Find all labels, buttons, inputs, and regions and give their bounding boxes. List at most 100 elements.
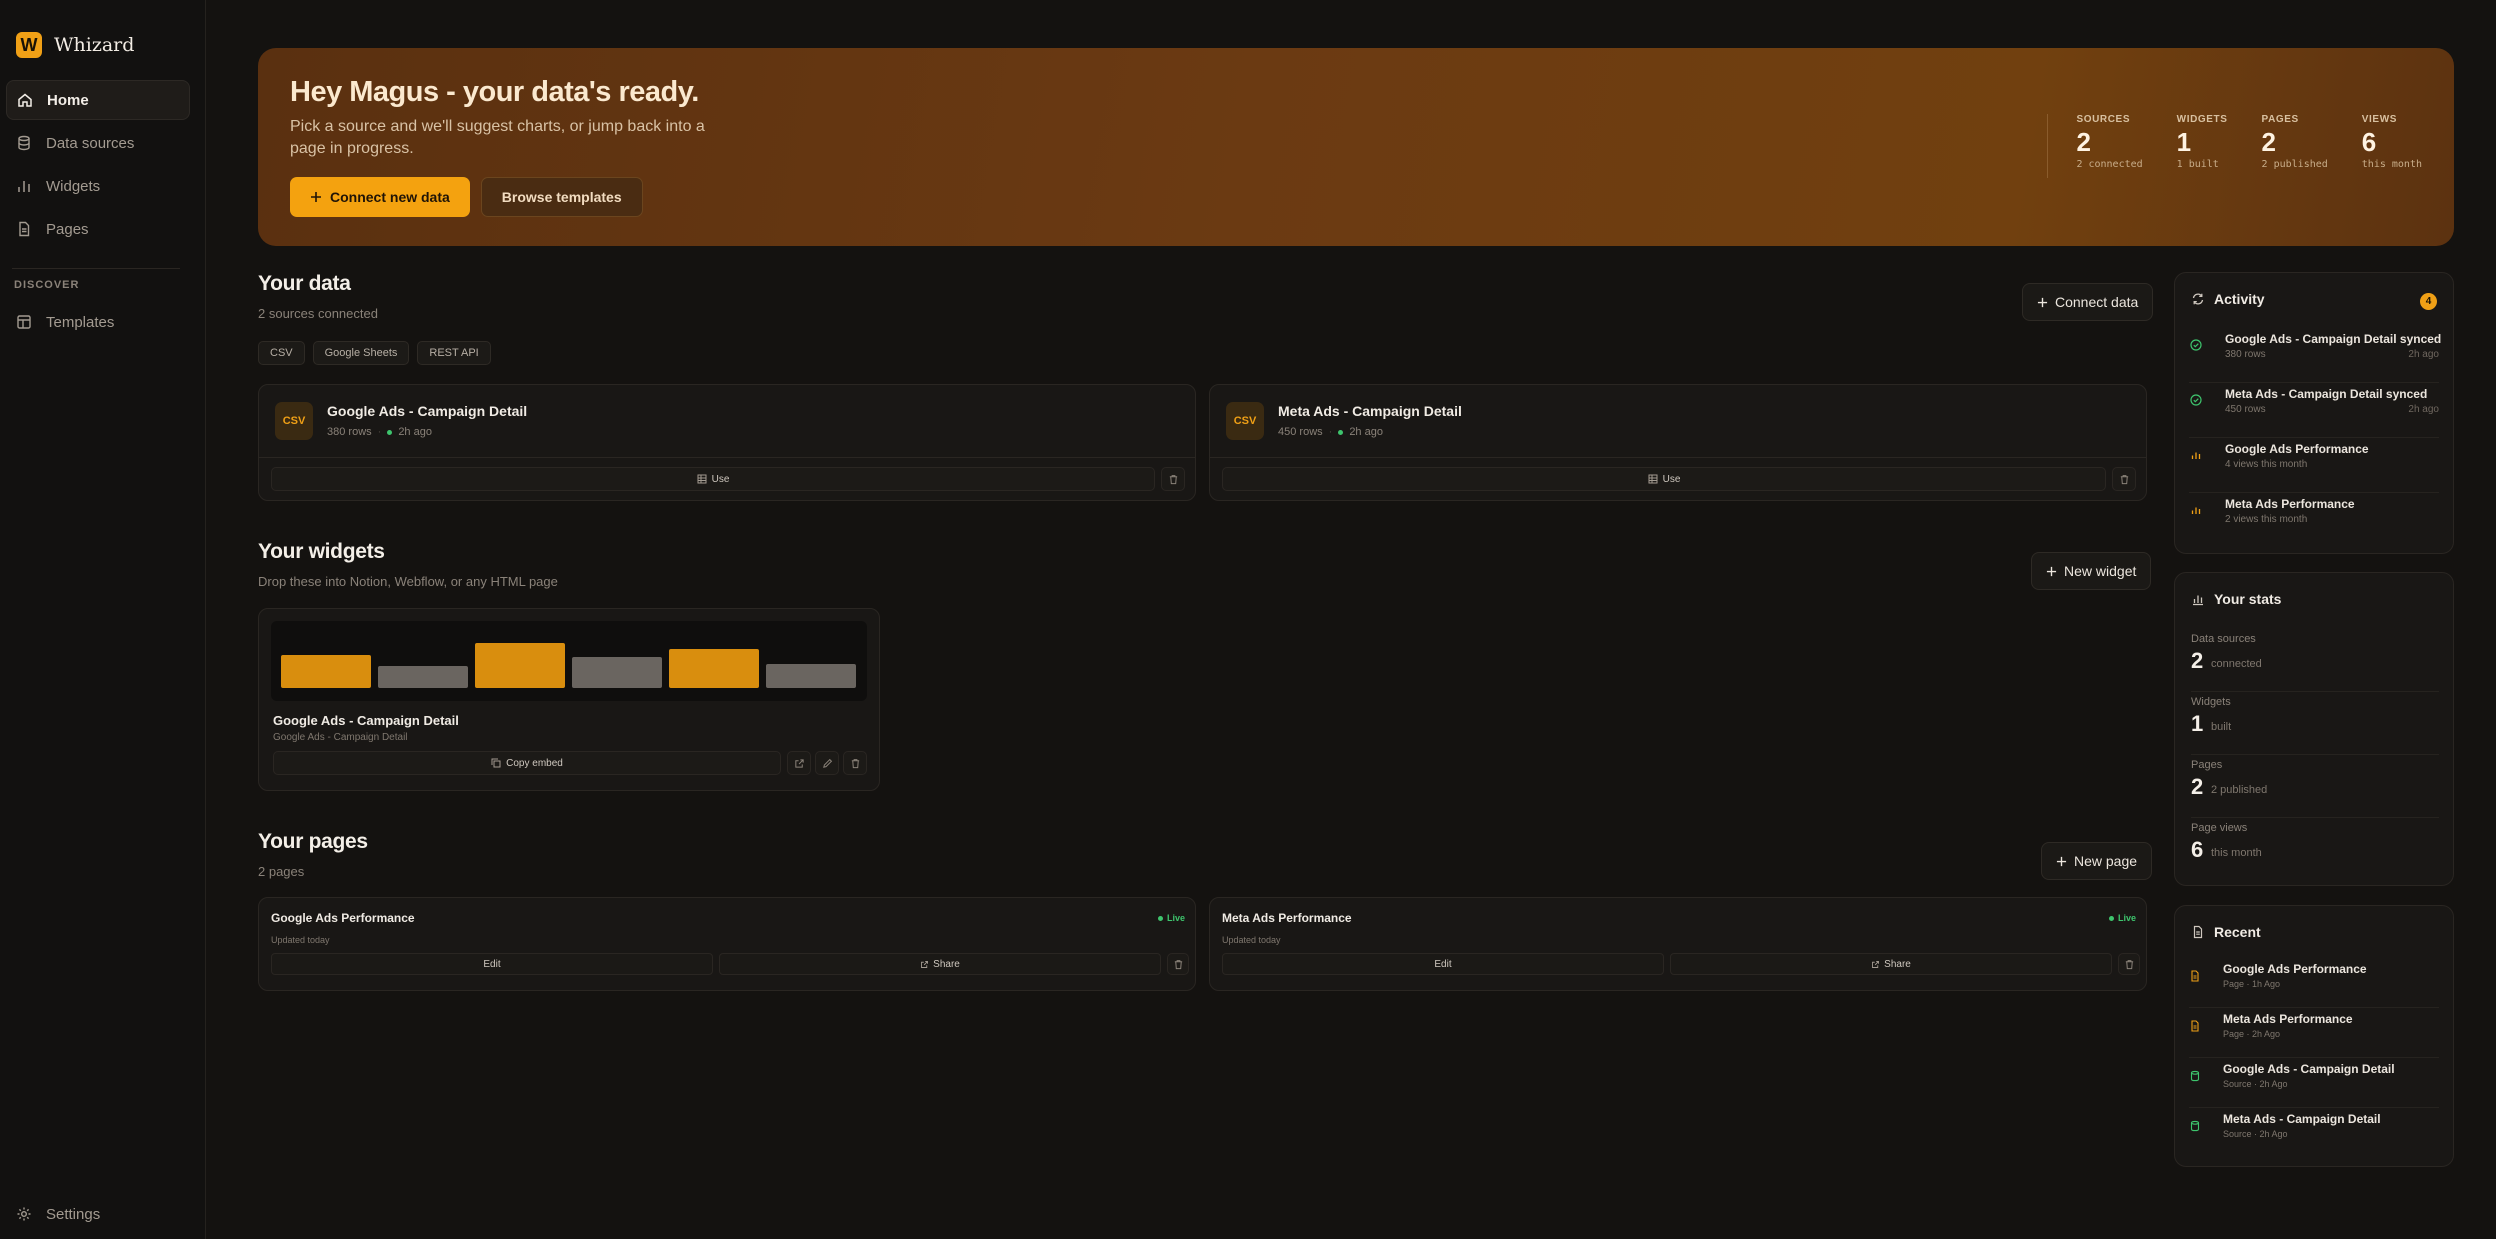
chip-google-sheets[interactable]: Google Sheets (312, 341, 410, 365)
connect-data-button[interactable]: Connect data (2022, 283, 2154, 321)
chip-rest-api[interactable]: REST API (417, 341, 491, 365)
edit-page-button[interactable]: Edit (1222, 953, 1664, 975)
button-label: New page (2074, 853, 2138, 869)
hero-title: Hey Magus - your data's ready. (290, 76, 699, 108)
nav-section-label: DISCOVER (14, 279, 80, 291)
status-dot (1157, 915, 1163, 921)
trash-icon (1169, 474, 1177, 484)
button-label: New widget (2064, 563, 2137, 579)
hero-stat-value: 2 (2261, 127, 2277, 157)
external-link-icon (1872, 960, 1880, 968)
activity-title: Meta Ads Performance (2225, 497, 2355, 511)
nav-item-home[interactable]: Home (6, 80, 190, 120)
your-pages-subtitle: 2 pages (258, 864, 305, 879)
recent-panel: Recent Google Ads Performance Page · 1h … (2174, 905, 2454, 1167)
page-updated: Updated today (1222, 935, 1281, 945)
your-widgets-title: Your widgets (258, 540, 385, 563)
hero-stat-value: 1 (2176, 127, 2192, 157)
delete-widget-button[interactable] (843, 751, 867, 775)
check-circle-icon (2190, 339, 2202, 351)
hero-subtitle: Pick a source and we'll suggest charts, … (290, 118, 705, 157)
open-widget-button[interactable] (787, 751, 811, 775)
delete-page-button[interactable] (1167, 953, 1189, 975)
plus-icon (311, 192, 321, 202)
card-divider (259, 457, 1195, 458)
hero-stats: SOURCES 2 2 connected WIDGETS 1 1 built … (2047, 114, 2422, 178)
brand[interactable]: W Whizard (16, 32, 134, 58)
share-page-button[interactable]: Share (719, 953, 1161, 975)
data-source-card: CSV Meta Ads - Campaign Detail 450 rows … (1209, 384, 2147, 501)
welcome-hero: Hey Magus - your data's ready. Pick a so… (258, 48, 2454, 246)
your-pages-title: Your pages (258, 830, 368, 853)
nav-item-settings[interactable]: Settings (6, 1194, 190, 1234)
delete-source-button[interactable] (2112, 467, 2136, 491)
live-badge: Live (2108, 913, 2136, 923)
nav-item-pages[interactable]: Pages (6, 209, 190, 249)
use-source-button[interactable]: Use (271, 467, 1155, 491)
meta-separator: · (377, 426, 382, 438)
source-name: Meta Ads - Campaign Detail (1278, 403, 1462, 419)
delete-page-button[interactable] (2118, 953, 2140, 975)
share-page-button[interactable]: Share (1670, 953, 2112, 975)
recent-item[interactable]: Meta Ads Performance Page · 2h Ago (2189, 1008, 2439, 1058)
stat-row: Pages 2 2 published (2191, 755, 2439, 818)
edit-page-button[interactable]: Edit (271, 953, 713, 975)
chip-csv[interactable]: CSV (258, 341, 305, 365)
external-link-icon (794, 758, 804, 768)
nav-label: Home (47, 91, 89, 109)
hero-stat-sub: 1 built (2176, 159, 2219, 170)
activity-title: Meta Ads - Campaign Detail synced (2225, 387, 2428, 401)
recent-sub: Page · 1h Ago (2223, 979, 2281, 989)
hero-stat-views: VIEWS 6 this month (2362, 114, 2422, 178)
connect-new-data-button[interactable]: Connect new data (290, 177, 470, 217)
nav-label: Widgets (46, 177, 101, 195)
stat-row: Data sources 2 connected (2191, 629, 2439, 692)
new-page-button[interactable]: New page (2041, 842, 2153, 880)
widget-preview[interactable] (271, 621, 867, 701)
file-icon (2193, 925, 2203, 939)
stat-value: 6 (2191, 837, 2204, 862)
recent-title: Google Ads - Campaign Detail (2223, 1062, 2395, 1076)
browse-templates-button[interactable]: Browse templates (480, 177, 643, 217)
recent-item[interactable]: Google Ads - Campaign Detail Source · 2h… (2189, 1058, 2439, 1108)
activity-item[interactable]: Meta Ads Performance 2 views this month (2189, 493, 2439, 548)
stats-panel: Your stats Data sources 2 connected Widg… (2174, 572, 2454, 886)
recent-sub: Source · 2h Ago (2223, 1129, 2288, 1139)
activity-item[interactable]: Meta Ads - Campaign Detail synced 450 ro… (2189, 383, 2439, 438)
stat-label: Widgets (2191, 696, 2231, 708)
recent-item[interactable]: Meta Ads - Campaign Detail Source · 2h A… (2189, 1108, 2439, 1158)
check-circle-icon (2190, 394, 2202, 406)
recent-item[interactable]: Google Ads Performance Page · 1h Ago (2189, 958, 2439, 1008)
stat-label: Pages (2191, 759, 2223, 771)
widget-bar-chart (281, 643, 856, 688)
activity-sub: 450 rows (2225, 404, 2266, 415)
nav-item-widgets[interactable]: Widgets (6, 166, 190, 206)
nav-divider (12, 268, 180, 269)
activity-sub: 380 rows (2225, 349, 2266, 360)
nav-item-data-sources[interactable]: Data sources (6, 123, 190, 163)
activity-item[interactable]: Google Ads - Campaign Detail synced 380 … (2189, 328, 2441, 383)
edit-widget-button[interactable] (815, 751, 839, 775)
recent-title: Google Ads Performance (2223, 962, 2367, 976)
status-label: Live (2117, 913, 2136, 923)
preview-bar (378, 666, 468, 688)
hero-stat-label: VIEWS (2361, 114, 2398, 125)
page-card: Meta Ads Performance Live Updated today … (1209, 897, 2147, 991)
database-icon (2190, 1070, 2200, 1082)
home-icon (18, 93, 32, 107)
stat-label: Data sources (2191, 633, 2256, 645)
nav-item-templates[interactable]: Templates (6, 302, 190, 342)
preview-bar (281, 655, 371, 688)
widget-title: Google Ads - Campaign Detail (273, 713, 459, 728)
hero-stat-value: 6 (2361, 127, 2377, 157)
use-source-button[interactable]: Use (1222, 467, 2106, 491)
copy-embed-button[interactable]: Copy embed (273, 751, 781, 775)
source-rows: 450 rows (1278, 426, 1323, 438)
new-widget-button[interactable]: New widget (2031, 552, 2152, 590)
delete-source-button[interactable] (1161, 467, 1185, 491)
activity-time: 2h ago (2408, 349, 2439, 360)
file-icon (19, 221, 30, 237)
bar-chart-icon (18, 181, 30, 192)
status-dot (387, 429, 393, 435)
activity-item[interactable]: Google Ads Performance 4 views this mont… (2189, 438, 2439, 493)
